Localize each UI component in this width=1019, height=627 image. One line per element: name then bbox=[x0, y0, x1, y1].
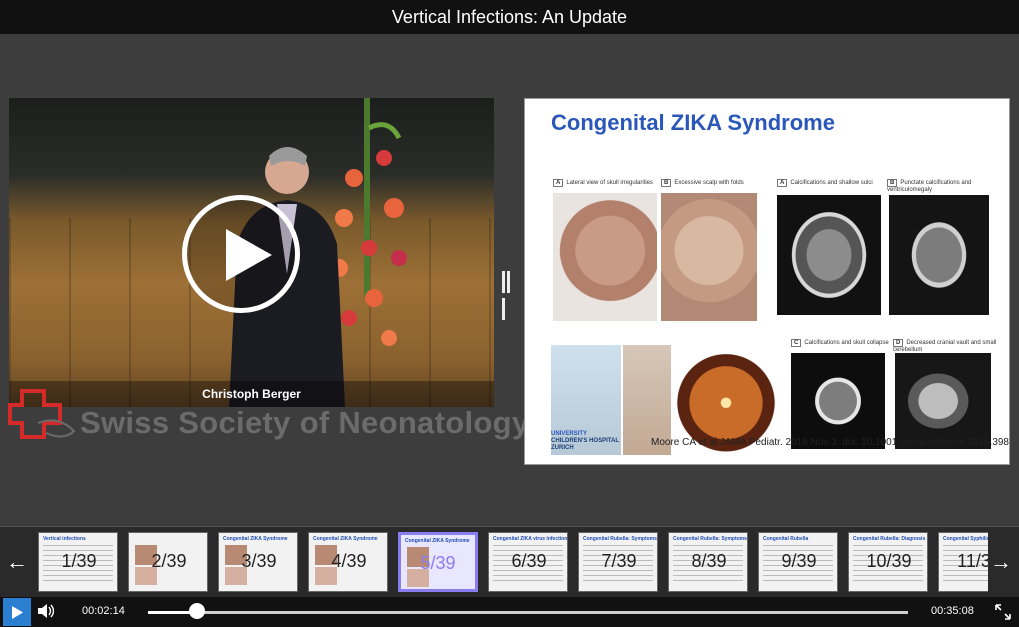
presentation-title: Vertical Infections: An Update bbox=[0, 0, 1019, 34]
thumbnail-number: 6/39 bbox=[511, 551, 547, 571]
society-logo: Swiss Society of Neonatology bbox=[8, 387, 529, 457]
swiss-cross-logo-icon bbox=[8, 389, 76, 439]
current-time: 00:02:14 bbox=[82, 605, 125, 617]
thumbnail-title: Congenital Rubella: Symptoms bbox=[673, 536, 747, 542]
thumbnail-title: Congenital ZIKA virus infection bbox=[493, 536, 568, 542]
thumbnail-number: 9/39 bbox=[781, 551, 817, 571]
play-overlay-button[interactable] bbox=[182, 195, 300, 313]
ct-scan-image bbox=[777, 195, 881, 315]
thumbnail-number: 2/39 bbox=[151, 551, 187, 571]
slide-thumbnail[interactable]: 2/39 bbox=[128, 532, 208, 592]
infant-skull-photo bbox=[553, 193, 657, 321]
thumbnail-number: 1/39 bbox=[61, 551, 97, 571]
duration: 00:35:08 bbox=[931, 605, 974, 617]
slide-thumbnail[interactable]: Congenital ZIKA Syndrome 4/39 bbox=[308, 532, 388, 592]
player-stage: Christoph Berger Swiss Society of Neonat… bbox=[0, 34, 1019, 524]
thumbnail-number: 4/39 bbox=[331, 551, 367, 571]
panel-label: B Excessive scalp with folds bbox=[661, 179, 744, 187]
slide-thumbnail[interactable]: Congenital ZIKA Syndrome 5/39 bbox=[398, 532, 478, 592]
player-controls: 00:02:14 00:35:08 bbox=[0, 597, 1019, 627]
thumbnail-number: 5/39 bbox=[420, 553, 456, 573]
slide-view: Congenital ZIKA Syndrome A Lateral view o… bbox=[524, 98, 1010, 465]
society-name: Swiss Society of Neonatology bbox=[80, 405, 530, 440]
panel-label: C Calcifications and skull collapse bbox=[791, 339, 889, 347]
volume-icon[interactable] bbox=[38, 604, 54, 618]
split-handle[interactable] bbox=[502, 271, 516, 320]
thumbnail-title: Vertical infections bbox=[43, 536, 86, 542]
ct-scan-image bbox=[791, 353, 885, 449]
mri-scan-image bbox=[895, 353, 991, 449]
seek-bar[interactable] bbox=[148, 611, 908, 614]
play-icon bbox=[226, 229, 272, 281]
thumbnail-title: Congenital ZIKA Syndrome bbox=[223, 536, 288, 542]
thumbnail-title: Congenital ZIKA Syndrome bbox=[313, 536, 378, 542]
panel-label: D Decreased cranial vault and small cereb… bbox=[893, 339, 997, 353]
play-icon bbox=[12, 606, 23, 619]
panel-label: B Punctate calcifications and ventriculom… bbox=[887, 179, 972, 193]
thumbnail-title: Congenital Rubella: Diagnosis and Preven… bbox=[853, 536, 927, 542]
hospital-logo: UNIVERSITY CHILDREN'S HOSPITAL ZURICH bbox=[551, 431, 619, 451]
slide-thumbnail[interactable]: Congenital ZIKA virus infection 6/39 bbox=[488, 532, 568, 592]
fullscreen-icon[interactable] bbox=[995, 604, 1011, 620]
prev-thumbnails-arrow-icon[interactable]: ← bbox=[6, 527, 28, 597]
slide-thumbnail[interactable]: Vertical infections 1/39 bbox=[38, 532, 118, 592]
thumbnail-number: 3/39 bbox=[241, 551, 277, 571]
play-button[interactable] bbox=[3, 598, 31, 626]
thumbnail-title: Congenital Syphilis bbox=[943, 536, 988, 542]
thumbnail-number: 10/39 bbox=[866, 551, 912, 571]
thumbnail-title: Congenital Rubella bbox=[763, 536, 809, 542]
thumbnail-list: Vertical infections 1/39 2/39 Congenital ZI… bbox=[38, 530, 988, 594]
panel-label: A Calcifications and shallow sulci bbox=[777, 179, 873, 187]
thumbnail-number: 7/39 bbox=[601, 551, 637, 571]
infant-scalp-photo bbox=[661, 193, 757, 321]
video-frame[interactable]: Christoph Berger bbox=[9, 98, 494, 407]
slide-thumbnail[interactable]: Congenital ZIKA Syndrome 3/39 bbox=[218, 532, 298, 592]
thumbnail-number: 8/39 bbox=[691, 551, 727, 571]
seek-handle[interactable] bbox=[188, 603, 205, 619]
slide-thumbnail[interactable]: Congenital Rubella: Diagnosis and Preven… bbox=[848, 532, 928, 592]
ct-scan-image bbox=[889, 195, 989, 315]
thumbnail-strip: ← Vertical infections 1/39 2/39 Congenital … bbox=[0, 526, 1019, 597]
thumbnail-title: Congenital ZIKA Syndrome bbox=[405, 538, 470, 544]
panel-label: A Lateral view of skull irregularities bbox=[553, 179, 653, 187]
thumbnail-number: 11/39 bbox=[957, 551, 988, 571]
thumbnail-title: Congenital Rubella: Symptoms bbox=[583, 536, 657, 542]
slide-thumbnail[interactable]: Congenital Rubella: Symptoms 8/39 bbox=[668, 532, 748, 592]
slide-thumbnail[interactable]: Congenital Syphilis 11/39 bbox=[938, 532, 988, 592]
next-thumbnails-arrow-icon[interactable]: → bbox=[990, 527, 1012, 597]
slide-citation: Moore CA et al JAMA Pediatr. 2016 Nov 3.… bbox=[651, 437, 1010, 448]
slide-thumbnail[interactable]: Congenital Rubella: Symptoms 7/39 bbox=[578, 532, 658, 592]
slide-thumbnail[interactable]: Congenital Rubella 9/39 bbox=[758, 532, 838, 592]
slide-title: Congenital ZIKA Syndrome bbox=[551, 110, 835, 135]
